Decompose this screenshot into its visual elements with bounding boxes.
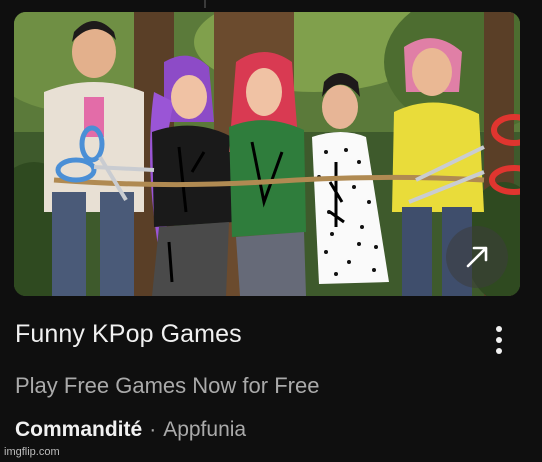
ad-title[interactable]: Funny KPop Games [15, 320, 242, 349]
more-vertical-icon [496, 326, 502, 332]
ad-thumbnail[interactable] [14, 12, 520, 296]
more-vertical-icon-dot [496, 337, 502, 343]
ad-subtitle: Play Free Games Now for Free [15, 373, 320, 398]
external-link-arrow-icon [466, 246, 488, 268]
more-vertical-icon-dot [496, 348, 502, 354]
ad-card[interactable]: Funny KPop Games Play Free Games Now for… [0, 0, 542, 462]
advertiser-name[interactable]: Appfunia [163, 418, 246, 442]
more-options-button[interactable] [484, 320, 514, 360]
sponsored-label: Commandité [15, 418, 143, 441]
watermark: imgflip.com [4, 446, 60, 458]
thumbnail-illustration [14, 12, 520, 296]
separator: · [149, 418, 157, 441]
external-link-button[interactable] [446, 226, 508, 288]
ad-meta: Commandité · Appfunia [15, 418, 246, 442]
